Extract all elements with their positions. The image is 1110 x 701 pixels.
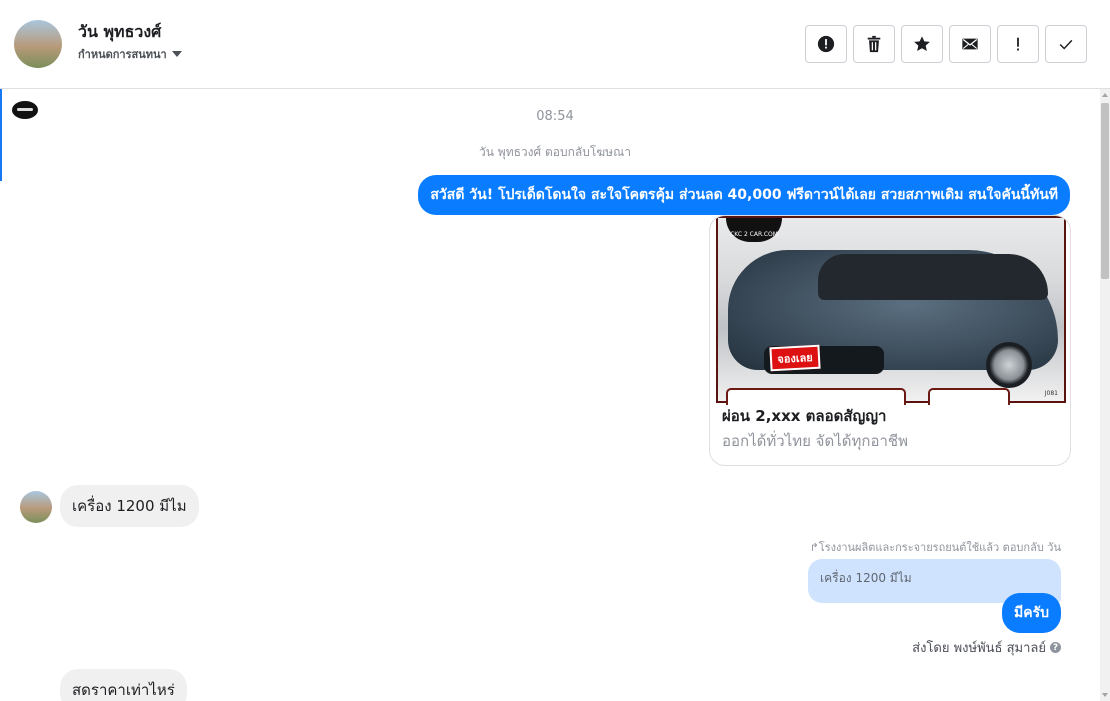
thumbnail-tab — [726, 388, 906, 405]
star-icon — [914, 36, 930, 52]
reply-arrow-icon: ↱ — [809, 541, 819, 554]
sent-by-text: ส่งโดย พงษ์พันธ์ สุมาลย์ — [912, 641, 1046, 656]
car-windshield — [818, 254, 1048, 300]
mark-done-button[interactable] — [1045, 25, 1087, 63]
dealer-logo: CKC 2 CAR.COM — [726, 218, 782, 242]
envelope-icon — [962, 38, 978, 50]
incoming-message[interactable]: สดราคาเท่าไหร่ — [60, 669, 187, 701]
trash-icon — [867, 35, 881, 53]
contact-name[interactable]: วัน พุทธวงศ์ — [78, 20, 161, 45]
ad-card-title: ผ่อน 2,xxx ตลอดสัญญา — [722, 407, 887, 425]
car-image: CKC 2 CAR.COM จองเลย J081 — [716, 216, 1066, 405]
help-circle-icon[interactable]: ? — [1050, 642, 1061, 653]
message-timestamp: 08:54 — [536, 109, 574, 124]
car-code: J081 — [1044, 390, 1058, 397]
sent-by-note: ส่งโดย พงษ์พันธ์ สุมาลย์ ? — [912, 637, 1061, 658]
delete-button[interactable] — [853, 25, 895, 63]
check-icon — [1059, 39, 1073, 50]
report-button[interactable] — [805, 25, 847, 63]
conversation-header: วัน พุทธวงศ์ กำหนดการสนทนา — [0, 0, 1110, 89]
reply-context-note: ↱โรงงานผลิตและกระจายรถยนต์ใช้แล้ว ตอบกลั… — [810, 538, 1061, 556]
scrollbar-thumb[interactable] — [1101, 103, 1109, 279]
scroll-up-icon[interactable] — [1102, 93, 1108, 97]
ad-card[interactable]: CKC 2 CAR.COM จองเลย J081 ผ่อน 2,xxx ตลอ… — [709, 215, 1071, 466]
message-thread[interactable]: 08:54 วัน พุทธวงศ์ ตอบกลับโฆษณา สวัสดี ว… — [0, 89, 1100, 701]
exclamation-icon — [1017, 37, 1019, 51]
scroll-down-icon[interactable] — [1102, 693, 1108, 697]
assign-label: กำหนดการสนทนา — [78, 48, 167, 61]
thread-accent-bar — [0, 89, 2, 181]
conversation-toolbar — [805, 25, 1087, 63]
car-wheel — [986, 342, 1032, 388]
alert-circle-icon — [817, 35, 835, 53]
reply-context-text: โรงงานผลิตและกระจายรถยนต์ใช้แล้ว ตอบกลับ… — [818, 541, 1061, 554]
ad-card-subtitle: ออกได้ทั่วไทย จัดได้ทุกอาชีพ — [722, 432, 908, 450]
outgoing-reply[interactable]: มีครับ — [1002, 593, 1061, 633]
contact-avatar[interactable] — [14, 20, 62, 68]
mark-spam-button[interactable] — [997, 25, 1039, 63]
thread-scrollbar[interactable] — [1100, 89, 1110, 701]
outgoing-message[interactable]: สวัสดี วัน! โปรเด็ดโดนใจ สะใจโคตรคุ้ม ส่… — [418, 175, 1070, 215]
star-button[interactable] — [901, 25, 943, 63]
incoming-message[interactable]: เครื่อง 1200 มีไม — [60, 485, 199, 527]
thumbnail-tab — [928, 388, 1010, 405]
assign-conversation-dropdown[interactable]: กำหนดการสนทนา — [78, 45, 182, 63]
ad-reply-note: วัน พุทธวงศ์ ตอบกลับโฆษณา — [479, 145, 631, 159]
book-now-sticker: จองเลย — [769, 344, 821, 372]
mark-unread-button[interactable] — [949, 25, 991, 63]
caret-down-icon — [171, 51, 182, 57]
contact-avatar-small[interactable] — [20, 491, 52, 523]
